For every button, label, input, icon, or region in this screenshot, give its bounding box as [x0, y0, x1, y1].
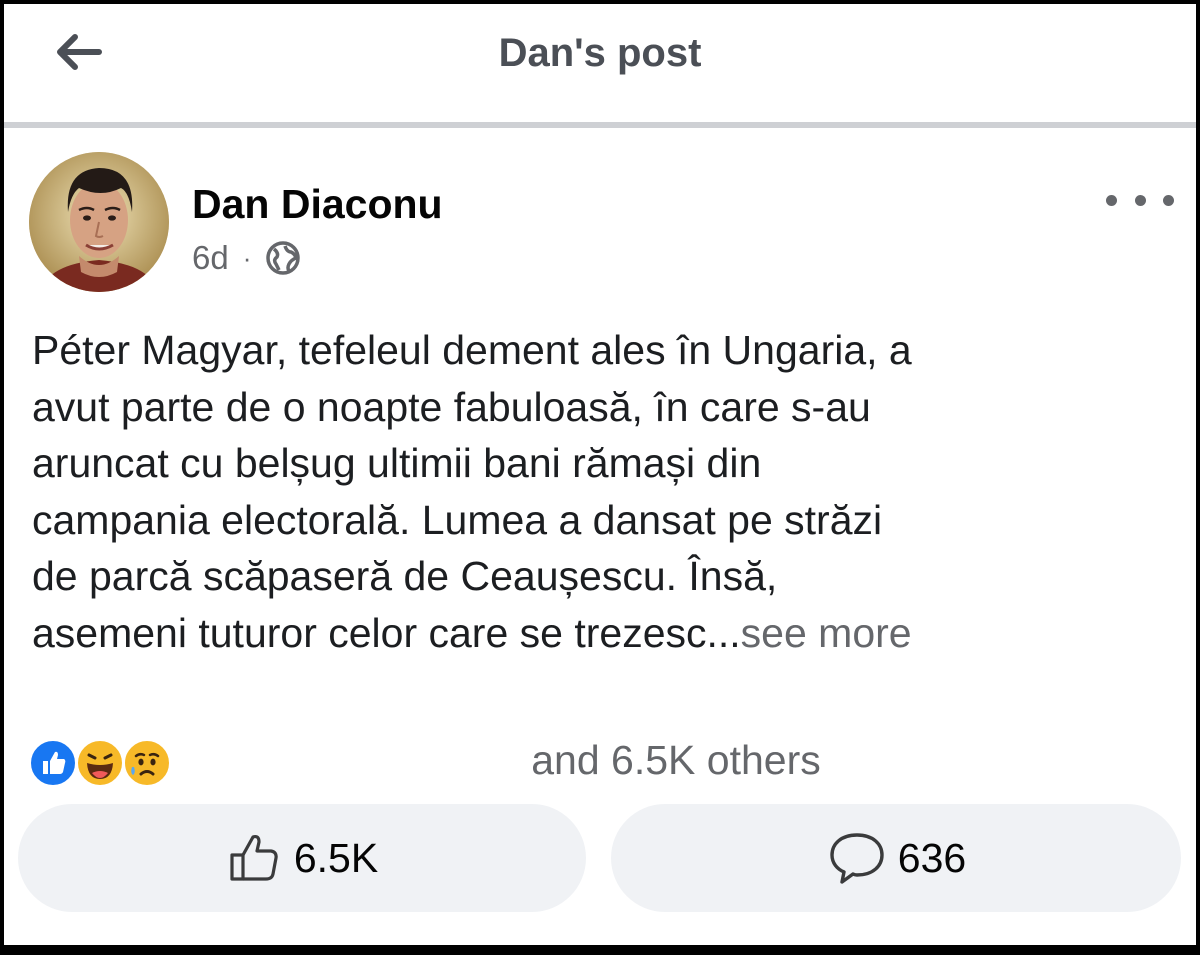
reactions-summary[interactable]: and 6.5K others — [4, 737, 1196, 784]
like-count: 6.5K — [293, 834, 379, 881]
comment-count: 636 — [897, 834, 967, 881]
header-divider — [4, 122, 1196, 128]
dot-icon — [1106, 194, 1117, 206]
haha-icon — [75, 738, 125, 788]
post-text-line: campania electorală. Lumea a dansat pe s… — [32, 496, 883, 543]
thumbs-up-icon — [230, 834, 278, 881]
post-screen: Dan's post Dan Diaconu 6d · Péter Magyar… — [4, 4, 1196, 945]
post-text-line: Péter Magyar, tefeleul dement ales în Un… — [32, 327, 912, 373]
post-text-line: avut parte de o noapte fabuloasă, în car… — [32, 383, 871, 430]
post-body: Péter Magyar, tefeleul dement ales în Un… — [32, 322, 1162, 661]
see-more-link[interactable]: see more — [741, 610, 912, 656]
dot-icon — [1163, 194, 1174, 206]
dot-icon — [1134, 194, 1146, 206]
comment-icon — [830, 833, 884, 884]
author-name[interactable]: Dan Diaconu — [192, 181, 443, 228]
post-age[interactable]: 6d — [192, 239, 229, 277]
profile-photo — [29, 152, 169, 292]
post-text-line: asemeni tuturor celor care se trezesc... — [32, 609, 741, 656]
post-text-last-line: asemeni tuturor celor care se trezesc...… — [32, 605, 1162, 662]
more-options-button[interactable] — [1106, 182, 1174, 218]
sad-icon — [122, 738, 172, 788]
post-text-line: de parcă scăpaseră de Ceaușescu. Însă, — [32, 553, 778, 599]
globe-icon — [266, 241, 301, 275]
post-meta: 6d · — [192, 236, 301, 280]
meta-separator: · — [242, 242, 252, 273]
author-avatar[interactable] — [29, 152, 169, 292]
like-icon — [28, 738, 78, 788]
post-text-line: aruncat cu belșug ultimii bani rămași di… — [32, 440, 762, 486]
like-button[interactable]: 6.5K — [18, 804, 586, 912]
top-bar: Dan's post — [4, 4, 1196, 122]
page-title: Dan's post — [498, 31, 702, 75]
comment-button[interactable]: 636 — [611, 804, 1181, 912]
